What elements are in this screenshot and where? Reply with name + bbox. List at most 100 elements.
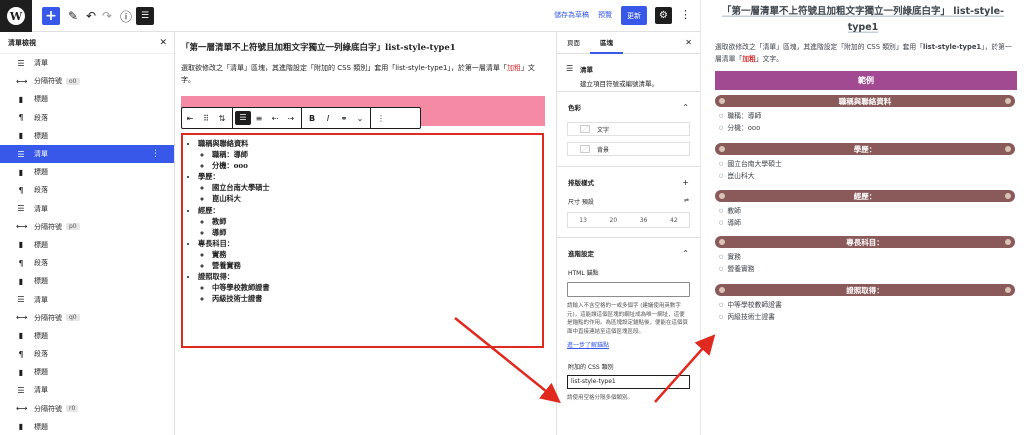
nested-list-item[interactable]: 國立台南大學碩士	[212, 182, 542, 193]
color-panel-header[interactable]: 色彩 ⌃	[557, 92, 700, 122]
font-size-option[interactable]: 36	[640, 217, 648, 224]
ordered-list-icon[interactable]: ≡	[251, 114, 267, 123]
drag-handle-icon[interactable]: ⠿	[198, 114, 214, 123]
list-item[interactable]: 經歷：教師導師	[198, 205, 542, 238]
typography-panel-header[interactable]: 排版樣式 +	[557, 167, 700, 197]
nested-list-item[interactable]: 中等學校教師證書	[212, 282, 542, 293]
list-view-item[interactable]: ⟷ 分隔符號 p0	[0, 218, 174, 236]
details-info-icon[interactable]: ⓘ	[120, 6, 132, 26]
nested-list-item[interactable]: 實務	[212, 249, 542, 260]
undo-icon[interactable]: ↶	[86, 6, 96, 26]
list-view-toggle-icon[interactable]: ☰	[136, 7, 154, 25]
wordpress-logo-icon[interactable]: W	[0, 0, 32, 32]
separator-icon: ⟷	[16, 76, 28, 86]
list-icon: ☰	[17, 58, 25, 68]
list-view-item[interactable]: ⟷ 分隔符號 q0	[0, 309, 174, 327]
link-icon[interactable]: ⚭	[336, 114, 352, 123]
custom-size-icon[interactable]: ⇌	[684, 197, 689, 206]
nested-list-item[interactable]: 營養實務	[212, 260, 542, 271]
selected-list-block[interactable]: 職稱與聯絡資料職稱：導師分機：ooo學歷：國立台南大學碩士崑山科大經歷：教師導師…	[181, 133, 544, 348]
nested-list-item[interactable]: 崑山科大	[212, 193, 542, 204]
list-item[interactable]: 學歷：國立台南大學碩士崑山科大	[198, 171, 542, 204]
list-view-item-label: 清單	[34, 386, 48, 395]
outdent-icon[interactable]: ⇤	[182, 114, 198, 123]
font-size-option[interactable]: 13	[579, 217, 587, 224]
close-icon[interactable]: ✕	[685, 38, 692, 47]
nested-list-item[interactable]: 導師	[212, 227, 542, 238]
nested-list-item[interactable]: 教師	[212, 216, 542, 227]
list-view-item[interactable]: ▮ 標題	[0, 163, 174, 181]
learn-more-anchor-link[interactable]: 進一步了解錨點	[557, 340, 700, 349]
list-view-item[interactable]: ¶ 段落	[0, 109, 174, 127]
list-view-item-label: 清單	[34, 295, 48, 304]
tab-page[interactable]: 頁面	[557, 32, 590, 54]
html-anchor-input[interactable]	[567, 282, 690, 297]
list-view-item[interactable]: ¶ 段落	[0, 345, 174, 363]
outdent-list-icon[interactable]: ⇠	[267, 114, 283, 123]
list-view-item[interactable]: ☰ 清單 ⋮	[0, 144, 174, 164]
font-size-label: 尺寸 預設	[568, 199, 594, 206]
list-view-item[interactable]: ☰ 清單	[0, 200, 174, 218]
preview-button[interactable]: 預覽	[598, 10, 612, 20]
plus-icon[interactable]: +	[682, 178, 689, 187]
background-color-control[interactable]: 背景	[567, 142, 690, 156]
options-more-icon[interactable]: ⋮	[680, 8, 691, 21]
list-icon: ☰	[566, 64, 574, 73]
list-view-item[interactable]: ▮ 標題	[0, 363, 174, 381]
block-description: 建立項目符號或編號清單。	[580, 80, 658, 88]
close-icon[interactable]: ✕	[159, 38, 167, 48]
list-view-item[interactable]: ☰ 清單	[0, 290, 174, 308]
list-view-item[interactable]: ▮ 標題	[0, 90, 174, 108]
list-item[interactable]: 專長科目：實務營養實務	[198, 238, 542, 271]
css-class-help: 請使用空格分隔多個類別。	[567, 395, 634, 401]
background-color-label: 背景	[597, 146, 610, 154]
edit-pencil-icon[interactable]: ✎	[68, 6, 78, 26]
nested-list-item[interactable]: 丙級技術士證書	[212, 293, 542, 304]
save-draft-button[interactable]: 儲存為草稿	[554, 10, 589, 20]
nested-list-item[interactable]: 分機：ooo	[212, 160, 542, 171]
text-color-control[interactable]: 文字	[567, 122, 690, 136]
list-view-item[interactable]: ⟷ 分隔符號 o0	[0, 72, 174, 90]
unordered-list-icon[interactable]: ☰	[235, 111, 251, 125]
advanced-panel-header[interactable]: 進階設定 ⌃	[557, 238, 700, 268]
nested-list-item[interactable]: 職稱：導師	[212, 149, 542, 160]
italic-icon[interactable]: I	[320, 114, 336, 123]
bold-icon[interactable]: B	[304, 114, 320, 123]
intro-paragraph[interactable]: 選取欲修改之「清單」區塊，其進階設定「附加的 CSS 類別」套用「list-st…	[181, 62, 547, 86]
editor-canvas: 「第一層清單不上符號且加粗文字獨立一列綠底白字」list-style-type1…	[175, 32, 556, 435]
add-block-button[interactable]: +	[42, 7, 60, 25]
tab-block[interactable]: 區塊	[590, 32, 623, 54]
preview-list-item: 導師	[719, 217, 741, 229]
chevron-down-icon[interactable]: ⌄	[352, 114, 368, 123]
move-up-down-icon[interactable]: ⇅	[214, 114, 230, 123]
list-view-item[interactable]: ☰ 清單	[0, 54, 174, 72]
list-view-item[interactable]: ▮ 標題	[0, 418, 174, 435]
list-view-item[interactable]: ¶ 段落	[0, 181, 174, 199]
canvas-list: 職稱與聯絡資料職稱：導師分機：ooo學歷：國立台南大學碩士崑山科大經歷：教師導師…	[198, 138, 542, 304]
post-title[interactable]: 「第一層清單不上符號且加粗文字獨立一列綠底白字」list-style-type1	[181, 41, 551, 53]
list-view-item[interactable]: ▮ 標題	[0, 236, 174, 254]
preview-section-list: 職稱：導師分機：ooo	[719, 110, 761, 134]
redo-icon[interactable]: ↷	[102, 6, 112, 26]
indent-list-icon[interactable]: ⇢	[283, 114, 299, 123]
list-view-item-label: 段落	[34, 350, 48, 359]
item-options-icon[interactable]: ⋮	[151, 149, 160, 159]
font-size-option[interactable]: 20	[610, 217, 618, 224]
css-class-input[interactable]: list-style-type1	[567, 375, 690, 389]
settings-gear-icon[interactable]: ⚙	[655, 7, 672, 24]
list-view-item[interactable]: ▮ 標題	[0, 127, 174, 145]
block-options-icon[interactable]: ⋮	[373, 114, 389, 123]
font-size-header: 尺寸 預設 ⇌	[557, 197, 700, 206]
nested-list: 國立台南大學碩士崑山科大	[212, 182, 542, 204]
html-anchor-label: HTML 錨點	[568, 270, 599, 277]
list-view-item[interactable]: ⟷ 分隔符號 r0	[0, 400, 174, 418]
update-button[interactable]: 更新	[621, 6, 647, 25]
font-size-option[interactable]: 42	[670, 217, 678, 224]
list-view-item[interactable]: ¶ 段落	[0, 254, 174, 272]
list-view-item[interactable]: ▮ 標題	[0, 327, 174, 345]
chevron-up-icon: ⌃	[682, 102, 689, 112]
list-view-item[interactable]: ▮ 標題	[0, 272, 174, 290]
list-item[interactable]: 證照取得：中等學校教師證書丙級技術士證書	[198, 271, 542, 304]
list-item[interactable]: 職稱與聯絡資料職稱：導師分機：ooo	[198, 138, 542, 171]
list-view-item[interactable]: ☰ 清單	[0, 381, 174, 399]
